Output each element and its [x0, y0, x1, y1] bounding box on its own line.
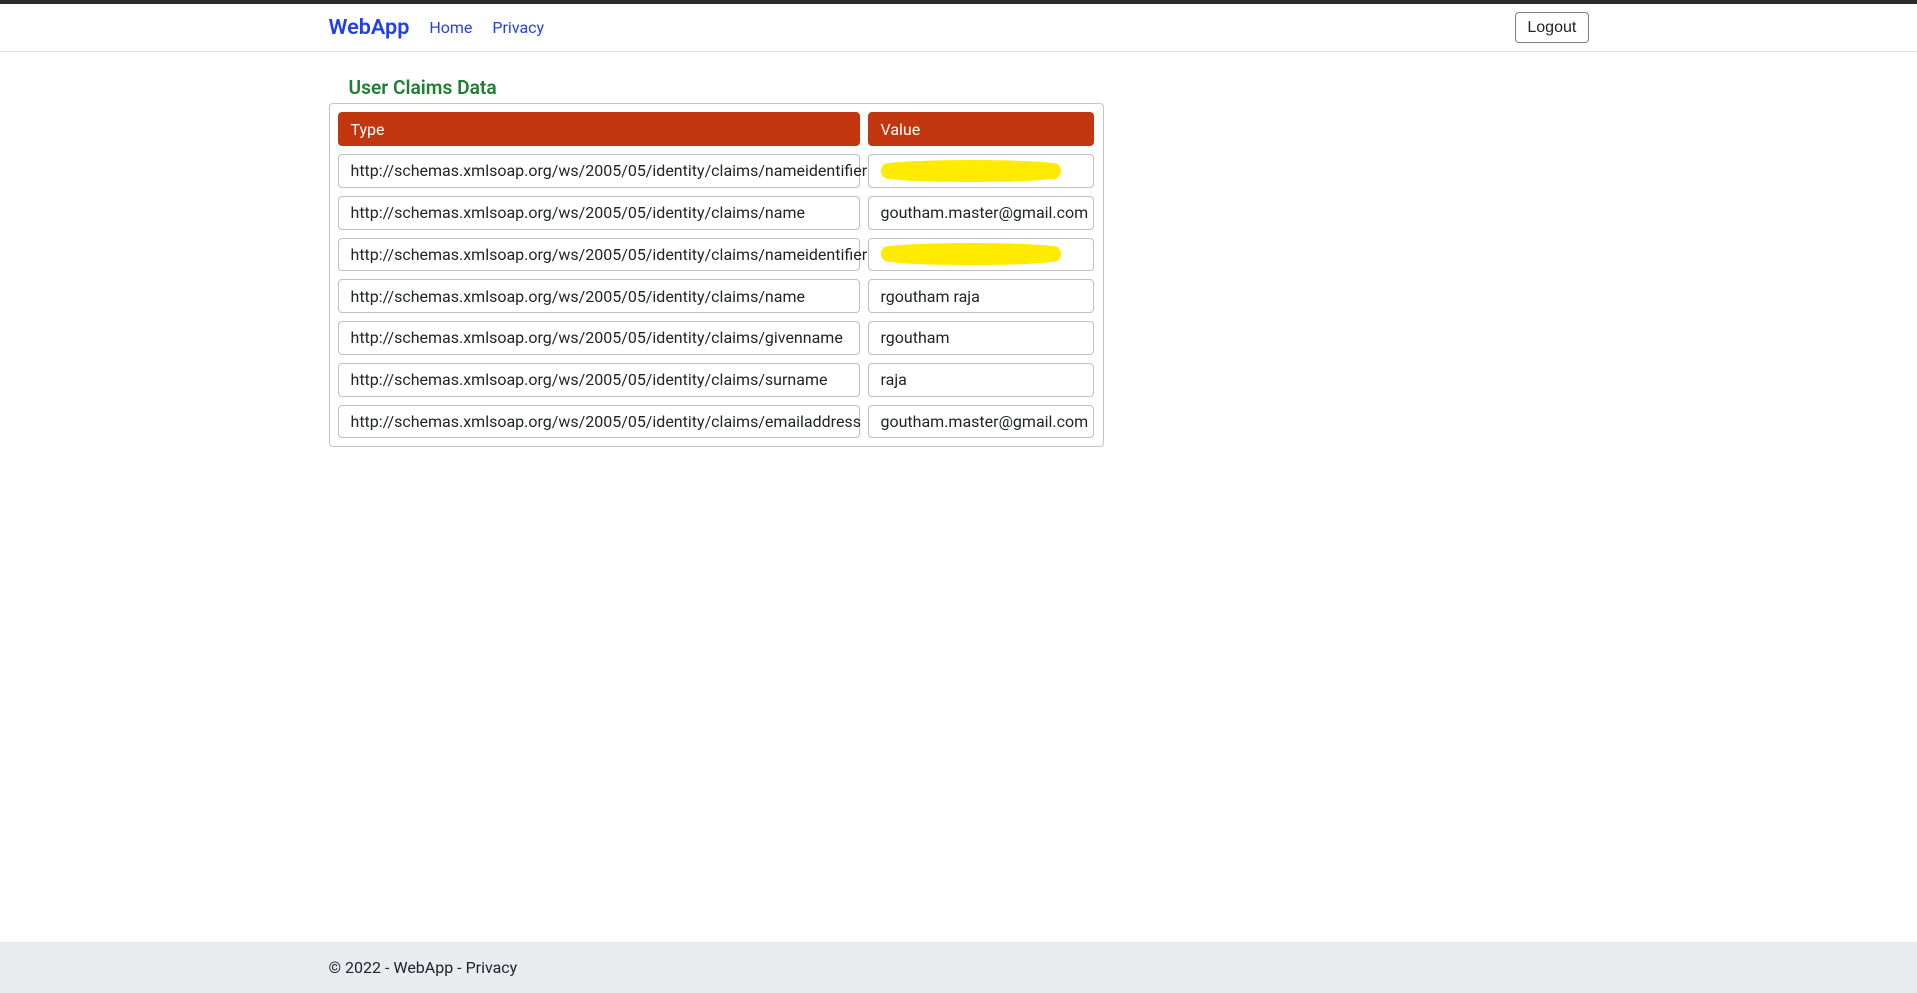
table-row: http://schemas.xmlsoap.org/ws/2005/05/id…: [338, 196, 1095, 230]
claim-value: goutham.master@gmail.com: [868, 405, 1094, 439]
header-type: Type: [338, 112, 860, 146]
header-value: Value: [868, 112, 1094, 146]
main-content: User Claims Data Type Value http://schem…: [329, 52, 1589, 471]
table-row: http://schemas.xmlsoap.org/ws/2005/05/id…: [338, 321, 1095, 355]
page-title: User Claims Data: [329, 76, 1589, 99]
footer-privacy-link[interactable]: Privacy: [466, 958, 518, 977]
claim-type: http://schemas.xmlsoap.org/ws/2005/05/id…: [338, 363, 860, 397]
claim-value: rgoutham: [868, 321, 1094, 355]
table-header-row: Type Value: [338, 112, 1095, 146]
claim-type: http://schemas.xmlsoap.org/ws/2005/05/id…: [338, 321, 860, 355]
footer: © 2022 - WebApp - Privacy: [0, 942, 1917, 993]
table-row: http://schemas.xmlsoap.org/ws/2005/05/id…: [338, 238, 1095, 272]
claim-type: http://schemas.xmlsoap.org/ws/2005/05/id…: [338, 154, 860, 188]
table-row: http://schemas.xmlsoap.org/ws/2005/05/id…: [338, 154, 1095, 188]
footer-copyright: © 2022 - WebApp -: [329, 958, 466, 977]
claims-panel: Type Value http://schemas.xmlsoap.org/ws…: [329, 103, 1104, 447]
claim-value: raja: [868, 363, 1094, 397]
claim-type: http://schemas.xmlsoap.org/ws/2005/05/id…: [338, 279, 860, 313]
claim-type: http://schemas.xmlsoap.org/ws/2005/05/id…: [338, 196, 860, 230]
claim-value: rgoutham raja: [868, 279, 1094, 313]
nav-privacy[interactable]: Privacy: [492, 18, 544, 37]
table-row: http://schemas.xmlsoap.org/ws/2005/05/id…: [338, 363, 1095, 397]
logout-button[interactable]: Logout: [1515, 12, 1588, 43]
claim-type: http://schemas.xmlsoap.org/ws/2005/05/id…: [338, 238, 860, 272]
table-row: http://schemas.xmlsoap.org/ws/2005/05/id…: [338, 279, 1095, 313]
claim-type: http://schemas.xmlsoap.org/ws/2005/05/id…: [338, 405, 860, 439]
redacted-highlight: [881, 163, 1061, 179]
claim-value: [868, 154, 1094, 188]
navbar: WebApp Home Privacy Logout: [0, 4, 1917, 52]
brand-link[interactable]: WebApp: [329, 15, 410, 40]
claim-value: [868, 238, 1094, 272]
table-row: http://schemas.xmlsoap.org/ws/2005/05/id…: [338, 405, 1095, 439]
redacted-highlight: [881, 246, 1061, 262]
claim-value: goutham.master@gmail.com: [868, 196, 1094, 230]
nav-home[interactable]: Home: [429, 18, 472, 37]
